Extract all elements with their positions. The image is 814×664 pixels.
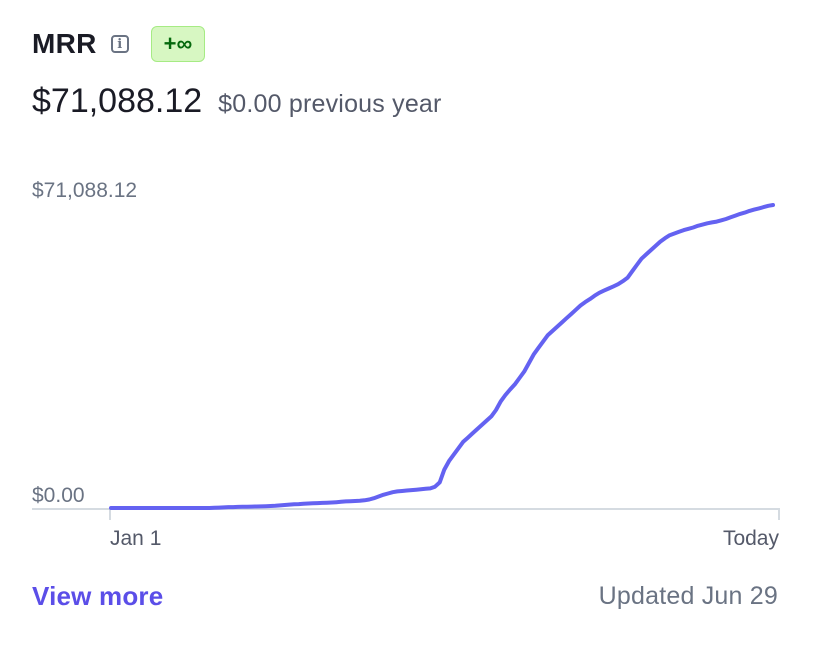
x-axis-end-label: Today bbox=[722, 527, 779, 550]
y-axis-max-label: $71,088.12 bbox=[32, 179, 138, 202]
updated-timestamp: Updated Jun 29 bbox=[598, 582, 778, 610]
x-axis-start-label: Jan 1 bbox=[110, 527, 162, 550]
mrr-series-line bbox=[109, 203, 775, 510]
mrr-line-chart bbox=[32, 203, 780, 520]
y-axis-min-label: $0.00 bbox=[32, 484, 85, 507]
view-more-link[interactable]: View more bbox=[32, 581, 163, 612]
